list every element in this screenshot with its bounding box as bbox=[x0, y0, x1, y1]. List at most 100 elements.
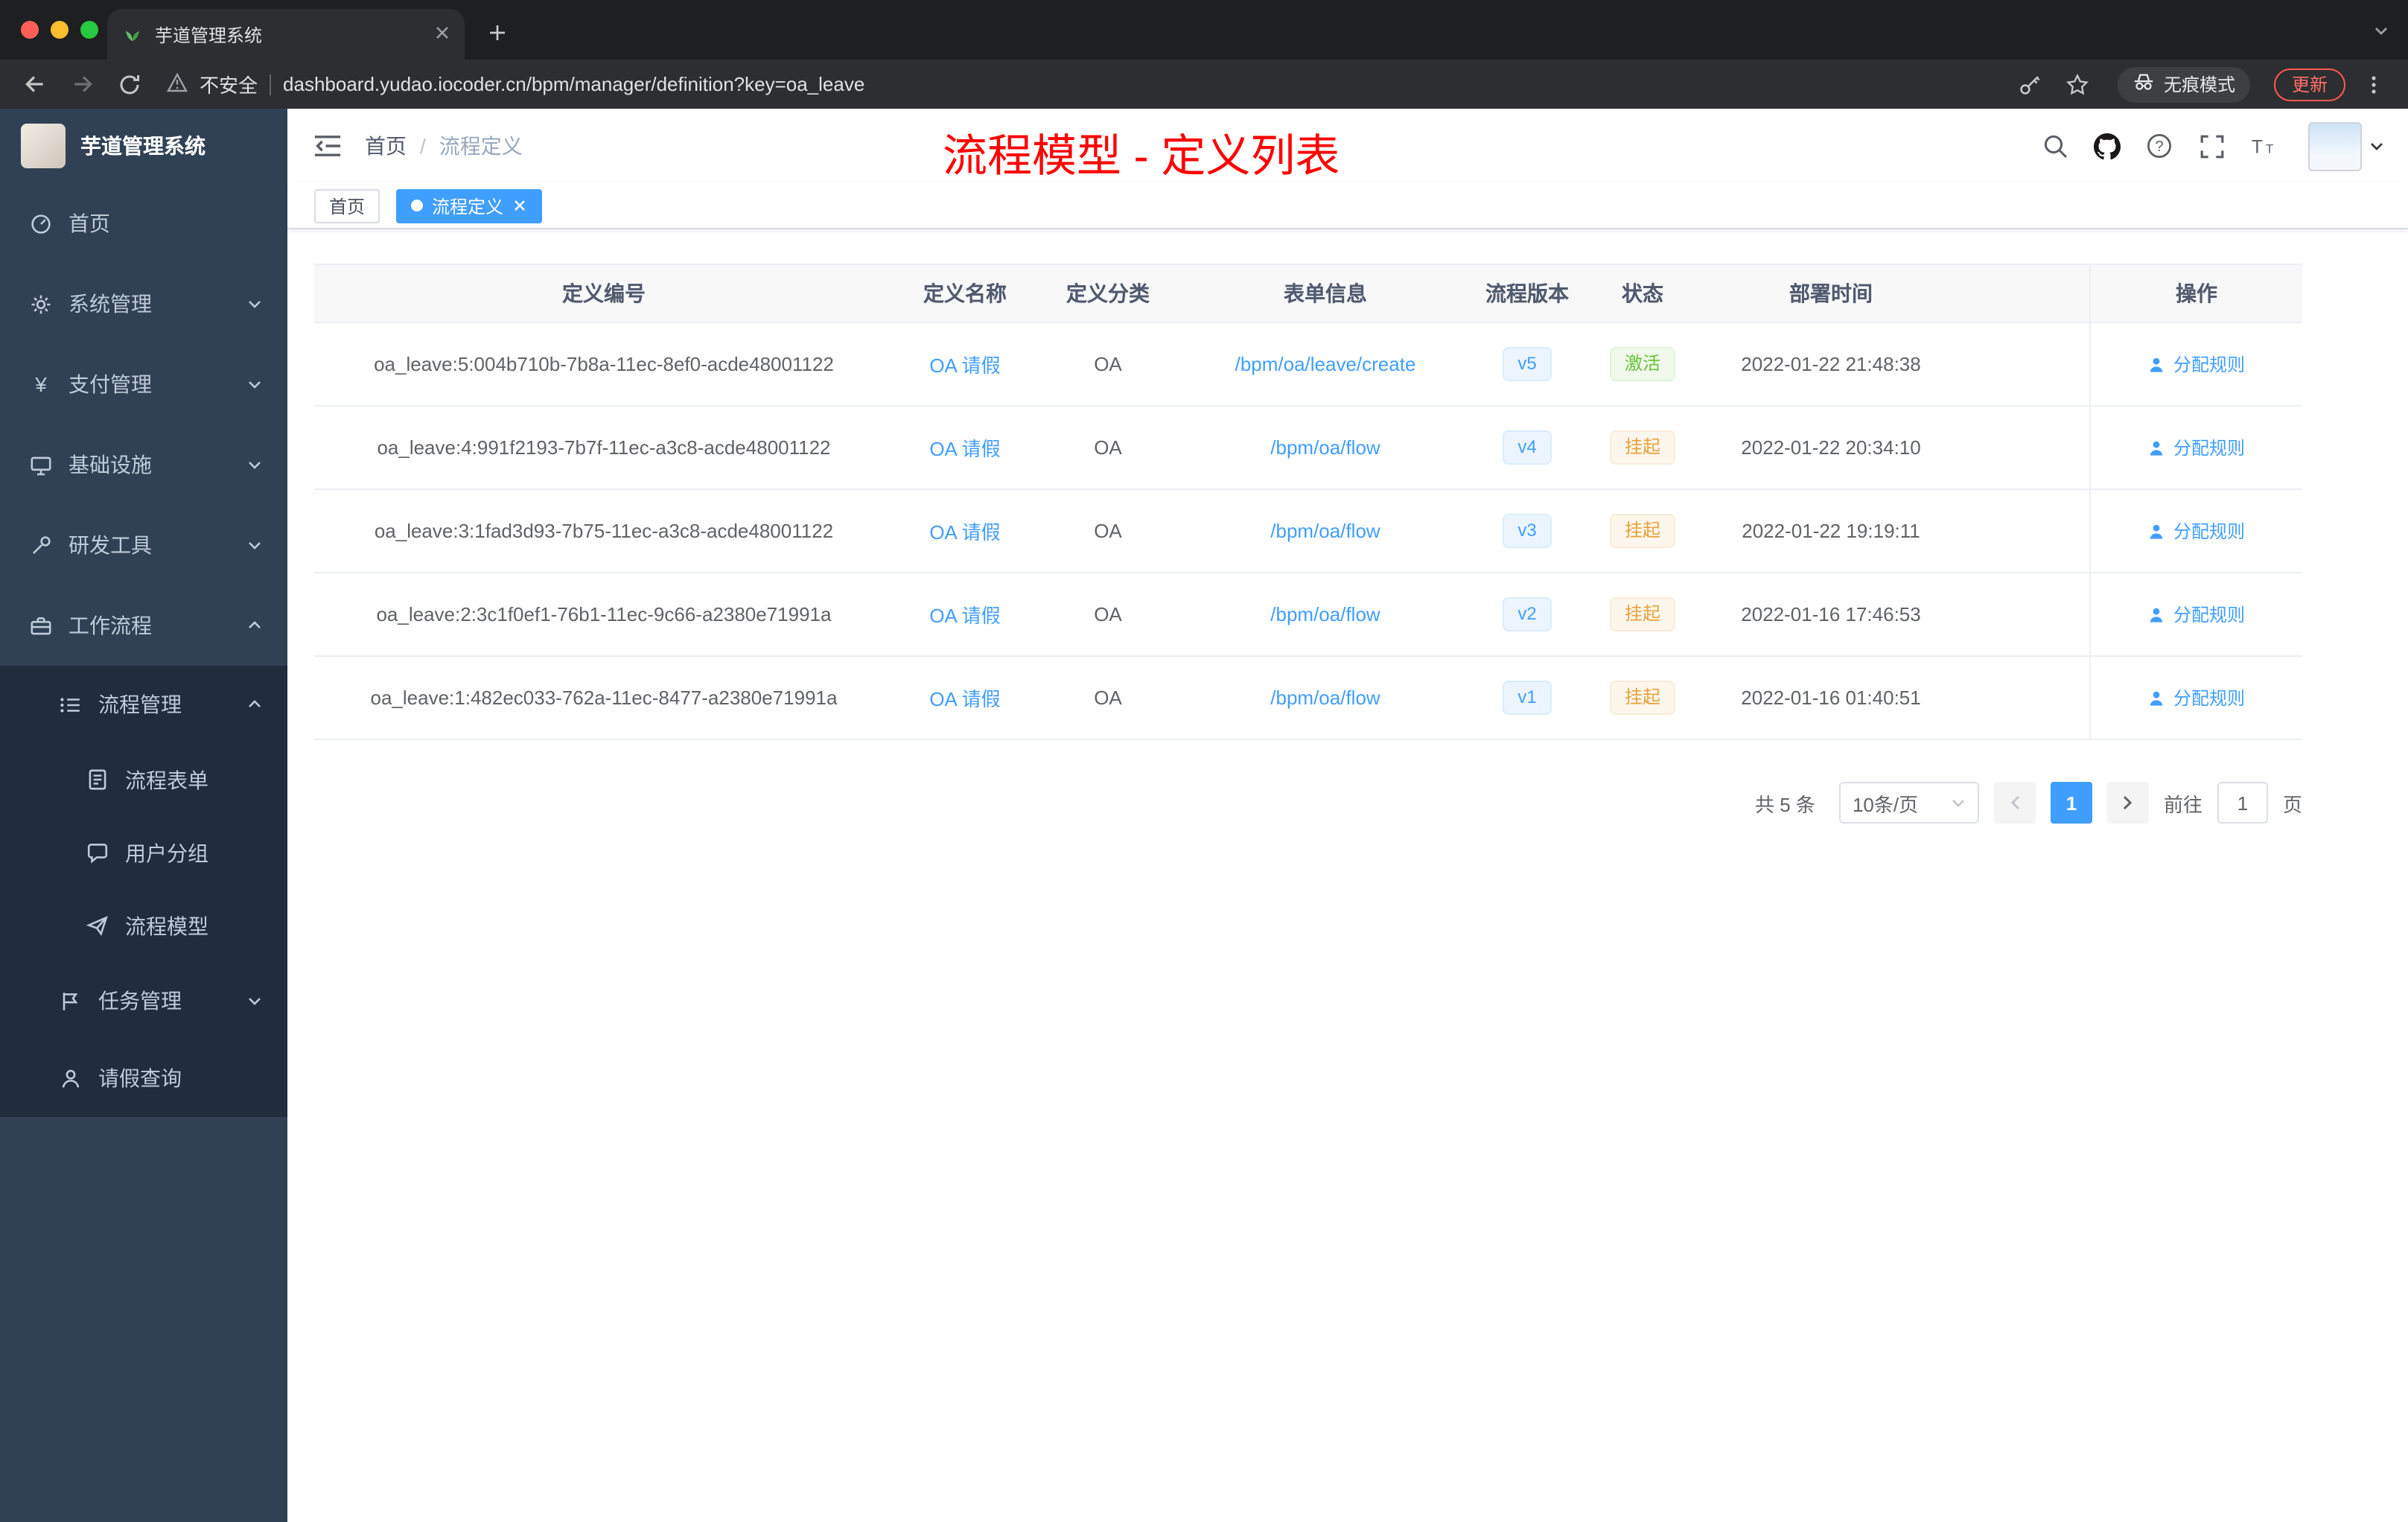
browser-menu-icon[interactable] bbox=[2354, 65, 2393, 104]
col-deploy-time: 部署时间 bbox=[1789, 281, 1873, 305]
reload-icon[interactable] bbox=[110, 65, 149, 104]
cell-definition-id: oa_leave:2:3c1f0ef1-76b1-11ec-9c66-a2380… bbox=[376, 603, 832, 625]
browser-tab[interactable]: 芋道管理系统 bbox=[107, 9, 465, 60]
sidebar: 芋道管理系统 首页 系统管理 ¥ 支付管理 基础设施 研发工具 工作流程 流程管… bbox=[0, 109, 287, 1522]
form-link[interactable]: /bpm/oa/leave/create bbox=[1235, 353, 1416, 375]
person-icon bbox=[2150, 690, 2164, 705]
sidebar-item-process-mgmt[interactable]: 流程管理 bbox=[0, 666, 287, 743]
list-icon bbox=[60, 697, 80, 712]
incognito-label: 无痕模式 bbox=[2163, 74, 2235, 95]
version-tag: v4 bbox=[1503, 430, 1552, 465]
form-link[interactable]: /bpm/oa/flow bbox=[1270, 603, 1380, 625]
favicon-leaf-icon bbox=[122, 22, 143, 47]
sidebar-item-system[interactable]: 系统管理 bbox=[0, 264, 287, 344]
github-icon[interactable] bbox=[2094, 133, 2121, 159]
sidebar-item-workflow[interactable]: 工作流程 bbox=[0, 585, 287, 666]
tag-label: 流程定义 bbox=[432, 196, 504, 217]
breadcrumb: 首页 / 流程定义 bbox=[365, 131, 523, 161]
cell-category: OA bbox=[1094, 436, 1122, 459]
definition-name-link[interactable]: OA 请假 bbox=[929, 684, 1000, 712]
assign-rule-link[interactable]: 分配规则 bbox=[2148, 435, 2245, 460]
goto-label: 前往 bbox=[2163, 793, 2202, 815]
tag-process-definition[interactable]: 流程定义 bbox=[396, 188, 543, 223]
breadcrumb-home[interactable]: 首页 bbox=[365, 131, 407, 161]
col-definition-category: 定义分类 bbox=[1066, 281, 1150, 305]
breadcrumb-current: 流程定义 bbox=[439, 134, 523, 158]
assign-rule-link[interactable]: 分配规则 bbox=[2148, 518, 2245, 544]
next-page-button[interactable] bbox=[2106, 782, 2149, 824]
page-size-select[interactable]: 10条/页 bbox=[1838, 782, 1979, 824]
table-row: oa_leave:3:1fad3d93-7b75-11ec-a3c8-acde4… bbox=[314, 490, 2302, 573]
key-icon[interactable] bbox=[2010, 65, 2049, 104]
definition-name-link[interactable]: OA 请假 bbox=[929, 350, 1000, 378]
cell-category: OA bbox=[1094, 353, 1122, 375]
sidebar-collapse-icon[interactable] bbox=[311, 130, 344, 162]
page-unit-label: 页 bbox=[2282, 793, 2302, 815]
chevron-up-icon bbox=[249, 621, 261, 628]
sidebar-item-infra[interactable]: 基础设施 bbox=[0, 424, 287, 505]
chevron-up-icon bbox=[249, 700, 261, 707]
sidebar-item-devtools[interactable]: 研发工具 bbox=[0, 505, 287, 585]
bookmark-star-icon[interactable] bbox=[2058, 65, 2097, 104]
sidebar-item-process-model[interactable]: 流程模型 bbox=[0, 889, 287, 962]
help-icon[interactable]: ? bbox=[2146, 133, 2173, 159]
address-bar[interactable]: 不安全 dashboard.yudao.iocoder.cn/bpm/manag… bbox=[166, 70, 2001, 98]
definition-name-link[interactable]: OA 请假 bbox=[929, 433, 1000, 462]
cell-category: OA bbox=[1094, 603, 1122, 625]
search-icon[interactable] bbox=[2042, 133, 2068, 159]
sidebar-item-payment[interactable]: ¥ 支付管理 bbox=[0, 344, 287, 424]
sidebar-item-label: 流程表单 bbox=[125, 768, 208, 792]
table-row: oa_leave:5:004b710b-7b8a-11ec-8ef0-acde4… bbox=[314, 323, 2302, 407]
tag-close-icon[interactable] bbox=[512, 198, 527, 213]
sidebar-item-process-form[interactable]: 流程表单 bbox=[0, 743, 287, 816]
status-tag: 激活 bbox=[1609, 347, 1675, 381]
form-link[interactable]: /bpm/oa/flow bbox=[1270, 436, 1380, 459]
tab-list-caret-icon[interactable] bbox=[2372, 21, 2390, 48]
assign-rule-link[interactable]: 分配规则 bbox=[2148, 351, 2245, 377]
assign-rule-link[interactable]: 分配规则 bbox=[2148, 602, 2245, 627]
definition-name-link[interactable]: OA 请假 bbox=[929, 600, 1000, 628]
sidebar-item-home[interactable]: 首页 bbox=[0, 183, 287, 264]
sidebar-logo[interactable]: 芋道管理系统 bbox=[0, 109, 287, 183]
cell-definition-id: oa_leave:3:1fad3d93-7b75-11ec-a3c8-acde4… bbox=[374, 520, 834, 542]
yen-icon: ¥ bbox=[35, 372, 47, 396]
prev-page-button[interactable] bbox=[1993, 782, 2036, 824]
close-window-button[interactable] bbox=[21, 21, 39, 39]
definition-name-link[interactable]: OA 请假 bbox=[929, 517, 1000, 545]
maximize-window-button[interactable] bbox=[80, 21, 98, 39]
table-row: oa_leave:2:3c1f0ef1-76b1-11ec-9c66-a2380… bbox=[314, 573, 2302, 657]
update-button[interactable]: 更新 bbox=[2273, 68, 2345, 101]
flag-icon bbox=[63, 992, 78, 1010]
cell-deploy-time: 2022-01-22 21:48:38 bbox=[1741, 353, 1921, 375]
cell-definition-id: oa_leave:4:991f2193-7b7f-11ec-a3c8-acde4… bbox=[377, 436, 831, 459]
sidebar-item-user-group[interactable]: 用户分组 bbox=[0, 816, 287, 889]
sidebar-item-label: 用户分组 bbox=[125, 841, 208, 865]
url-text: dashboard.yudao.iocoder.cn/bpm/manager/d… bbox=[283, 73, 865, 95]
cell-spacer bbox=[1960, 657, 2089, 739]
briefcase-icon bbox=[31, 617, 51, 634]
annotation-title: 流程模型 - 定义列表 bbox=[943, 133, 1340, 182]
svg-text:?: ? bbox=[2155, 138, 2163, 155]
assign-rule-link[interactable]: 分配规则 bbox=[2148, 685, 2245, 710]
user-avatar-menu[interactable] bbox=[2308, 121, 2384, 171]
cell-category: OA bbox=[1094, 687, 1122, 709]
minimize-window-button[interactable] bbox=[51, 21, 69, 39]
tab-close-icon[interactable] bbox=[435, 24, 450, 45]
table-header-row: 定义编号 定义名称 定义分类 表单信息 流程版本 状态 部署时间 操作 bbox=[314, 265, 2302, 323]
status-tag: 挂起 bbox=[1609, 597, 1675, 631]
pagination-total: 共 5 条 bbox=[1755, 793, 1815, 815]
forward-icon[interactable] bbox=[63, 65, 101, 104]
back-icon[interactable] bbox=[15, 65, 54, 104]
sidebar-item-task-mgmt[interactable]: 任务管理 bbox=[0, 962, 287, 1039]
logo-avatar bbox=[21, 124, 66, 168]
goto-page-input[interactable] bbox=[2217, 782, 2268, 824]
tag-home[interactable]: 首页 bbox=[314, 188, 380, 223]
sidebar-item-leave-query[interactable]: 请假查询 bbox=[0, 1039, 287, 1117]
fullscreen-icon[interactable] bbox=[2198, 133, 2225, 159]
form-link[interactable]: /bpm/oa/flow bbox=[1270, 520, 1380, 542]
new-tab-button[interactable] bbox=[477, 12, 518, 54]
current-page-button[interactable]: 1 bbox=[2050, 782, 2092, 824]
font-size-icon[interactable]: TT bbox=[2250, 133, 2277, 159]
form-link[interactable]: /bpm/oa/flow bbox=[1270, 687, 1380, 709]
cell-definition-id: oa_leave:1:482ec033-762a-11ec-8477-a2380… bbox=[370, 687, 838, 709]
